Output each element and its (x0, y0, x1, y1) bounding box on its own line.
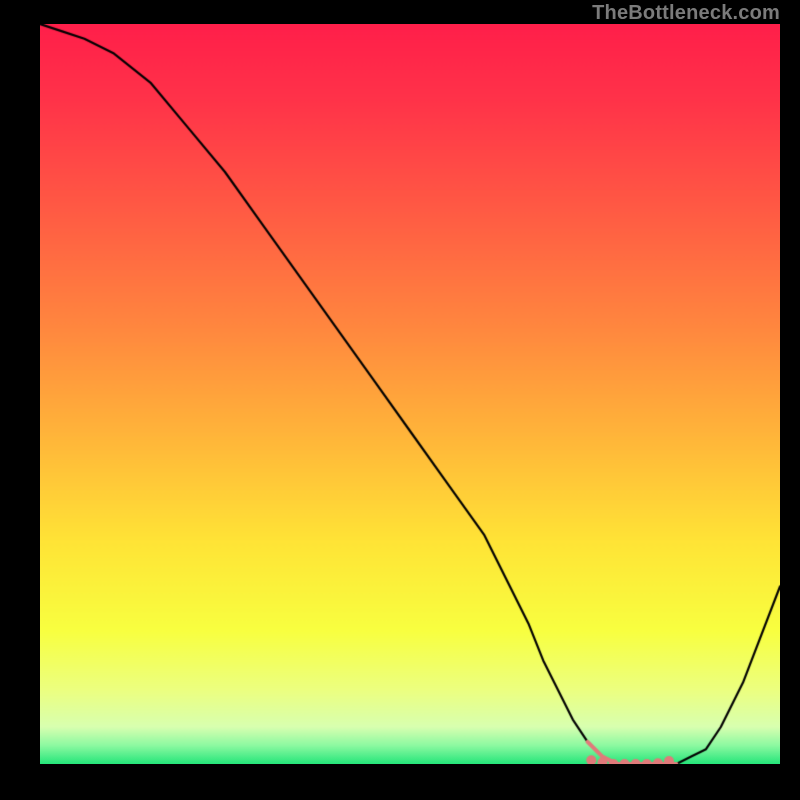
plot-area (40, 24, 780, 764)
watermark-text: TheBottleneck.com (592, 2, 780, 25)
chart-container: TheBottleneck.com (0, 0, 800, 800)
bottleneck-curve-canvas (40, 24, 780, 764)
